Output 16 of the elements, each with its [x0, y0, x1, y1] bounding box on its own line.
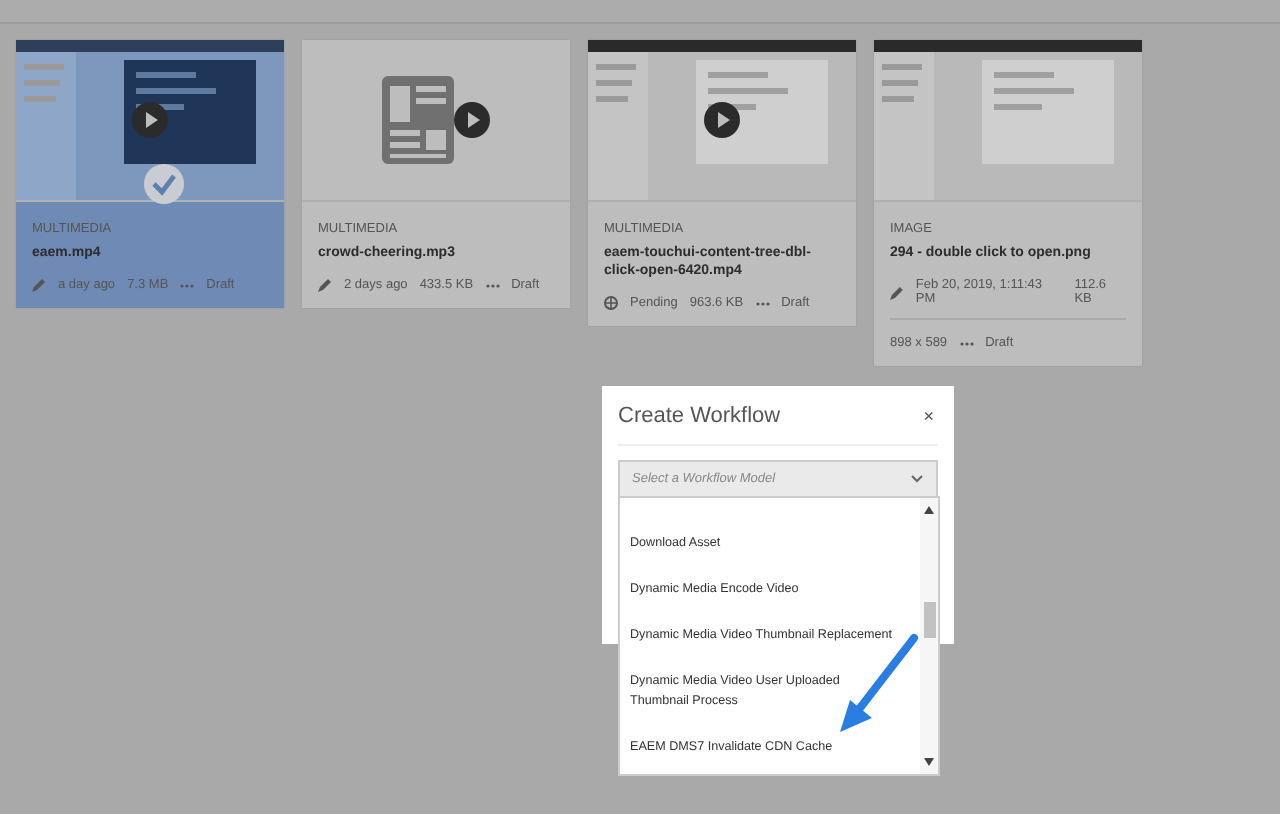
chevron-icon — [910, 474, 924, 484]
play-icon[interactable] — [454, 102, 490, 138]
scrollbar-thumb[interactable] — [923, 602, 935, 638]
play-icon[interactable] — [132, 102, 168, 138]
scroll-down-icon[interactable] — [924, 758, 934, 766]
globe-icon — [604, 296, 618, 310]
pencil-icon — [318, 278, 332, 292]
play-icon[interactable] — [704, 102, 740, 138]
close-button[interactable]: × — [919, 405, 938, 425]
pencil-icon — [890, 285, 904, 299]
scroll-up-icon[interactable] — [924, 506, 934, 514]
checkmark-icon[interactable] — [144, 164, 184, 204]
scrollbar[interactable] — [920, 498, 938, 774]
dialog-title: Create Workflow — [618, 403, 781, 427]
document-icon — [382, 76, 454, 164]
pencil-icon — [32, 278, 46, 292]
